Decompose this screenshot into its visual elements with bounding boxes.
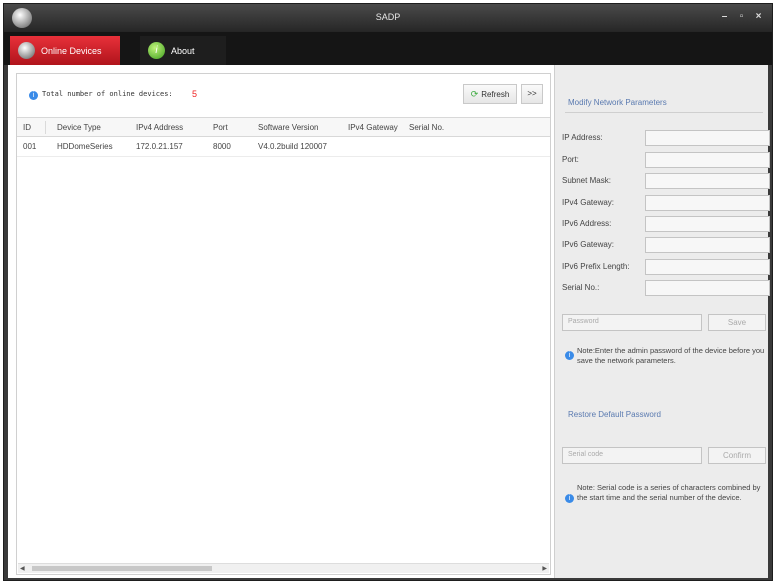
column-divider (45, 121, 46, 134)
scroll-left-arrow-icon[interactable]: ◀ (20, 565, 25, 572)
main-content: i Total number of online devices: 5 ⟳ Re… (8, 65, 770, 578)
column-header-ipv4-gateway[interactable]: IPv4 Gateway (348, 123, 398, 132)
port-field[interactable] (645, 152, 770, 168)
ipv6-address-label: IPv6 Address: (562, 219, 612, 228)
serial-code-input[interactable]: Serial code (562, 447, 702, 464)
sadp-window: SADP – ▫ × Online Devices i About i Tota… (3, 3, 773, 581)
column-header-software-version[interactable]: Software Version (258, 123, 318, 132)
tab-about[interactable]: i About (140, 36, 226, 65)
scroll-right-arrow-icon[interactable]: ▶ (542, 565, 547, 572)
title-bar: SADP – ▫ × (4, 4, 772, 32)
window-title: SADP (375, 12, 401, 22)
total-devices-label: Total number of online devices: (42, 90, 173, 98)
ipv6-gateway-label: IPv6 Gateway: (562, 240, 615, 249)
tab-online-devices[interactable]: Online Devices (10, 36, 120, 65)
ipv6-prefix-length-label: IPv6 Prefix Length: (562, 262, 630, 271)
modify-network-parameters-title: Modify Network Parameters (568, 98, 667, 107)
serial-no-field[interactable] (645, 280, 770, 296)
scrollbar-thumb[interactable] (32, 566, 212, 571)
tab-online-devices-label: Online Devices (41, 45, 102, 56)
column-header-id[interactable]: ID (23, 123, 31, 132)
table-row[interactable]: 001 HDDomeSeries 172.0.21.157 8000 V4.0.… (17, 137, 550, 157)
ip-address-label: IP Address: (562, 133, 603, 142)
expand-panel-button[interactable]: >> (521, 84, 543, 104)
divider (565, 112, 763, 113)
column-header-serial-no[interactable]: Serial No. (409, 123, 444, 132)
total-devices-count: 5 (192, 89, 198, 99)
restore-default-password-title: Restore Default Password (568, 410, 661, 419)
refresh-icon: ⟳ (470, 88, 479, 99)
window-controls: – ▫ × (719, 11, 764, 22)
ipv6-address-field[interactable] (645, 216, 770, 232)
save-button[interactable]: Save (708, 314, 766, 331)
tab-about-label: About (171, 45, 195, 56)
subnet-mask-field[interactable] (645, 173, 770, 189)
cell-software-version: V4.0.2build 120007 (258, 142, 327, 151)
modify-parameters-panel: Modify Network Parameters IP Address: Po… (554, 65, 770, 578)
serial-no-label: Serial No.: (562, 283, 600, 292)
cell-port: 8000 (213, 142, 231, 151)
table-header: ID Device Type IPv4 Address Port Softwar… (17, 117, 550, 137)
subnet-mask-label: Subnet Mask: (562, 176, 611, 185)
info-icon: i (29, 91, 38, 100)
tab-bar: Online Devices i About (4, 32, 772, 65)
horizontal-scrollbar[interactable]: ◀ ▶ (18, 563, 549, 573)
cell-device-type: HDDomeSeries (57, 142, 113, 151)
device-toolbar: i Total number of online devices: 5 ⟳ Re… (17, 74, 550, 116)
ipv4-gateway-field[interactable] (645, 195, 770, 211)
refresh-button[interactable]: ⟳ Refresh (463, 84, 517, 104)
ipv6-gateway-field[interactable] (645, 237, 770, 253)
ipv6-prefix-length-field[interactable] (645, 259, 770, 275)
info-icon: i (148, 42, 165, 59)
column-header-ipv4-address[interactable]: IPv4 Address (136, 123, 183, 132)
info-icon: i (565, 351, 574, 360)
close-button[interactable]: × (753, 11, 764, 22)
port-label: Port: (562, 155, 579, 164)
cell-ipv4-address: 172.0.21.157 (136, 142, 183, 151)
column-header-port[interactable]: Port (213, 123, 228, 132)
minimize-button[interactable]: – (719, 11, 730, 22)
device-table: ID Device Type IPv4 Address Port Softwar… (17, 117, 550, 157)
ipv4-gateway-label: IPv4 Gateway: (562, 198, 615, 207)
cell-id: 001 (23, 142, 37, 151)
camera-icon (18, 42, 35, 59)
serial-code-note: Note: Serial code is a series of charact… (577, 483, 761, 502)
refresh-label: Refresh (481, 89, 510, 99)
password-input[interactable]: Password (562, 314, 702, 331)
device-list-panel: i Total number of online devices: 5 ⟳ Re… (16, 73, 551, 575)
info-icon: i (565, 494, 574, 503)
confirm-button[interactable]: Confirm (708, 447, 766, 464)
password-note: Note:Enter the admin password of the dev… (577, 346, 765, 365)
maximize-button[interactable]: ▫ (736, 11, 747, 22)
ip-address-field[interactable] (645, 130, 770, 146)
column-header-device-type[interactable]: Device Type (57, 123, 101, 132)
